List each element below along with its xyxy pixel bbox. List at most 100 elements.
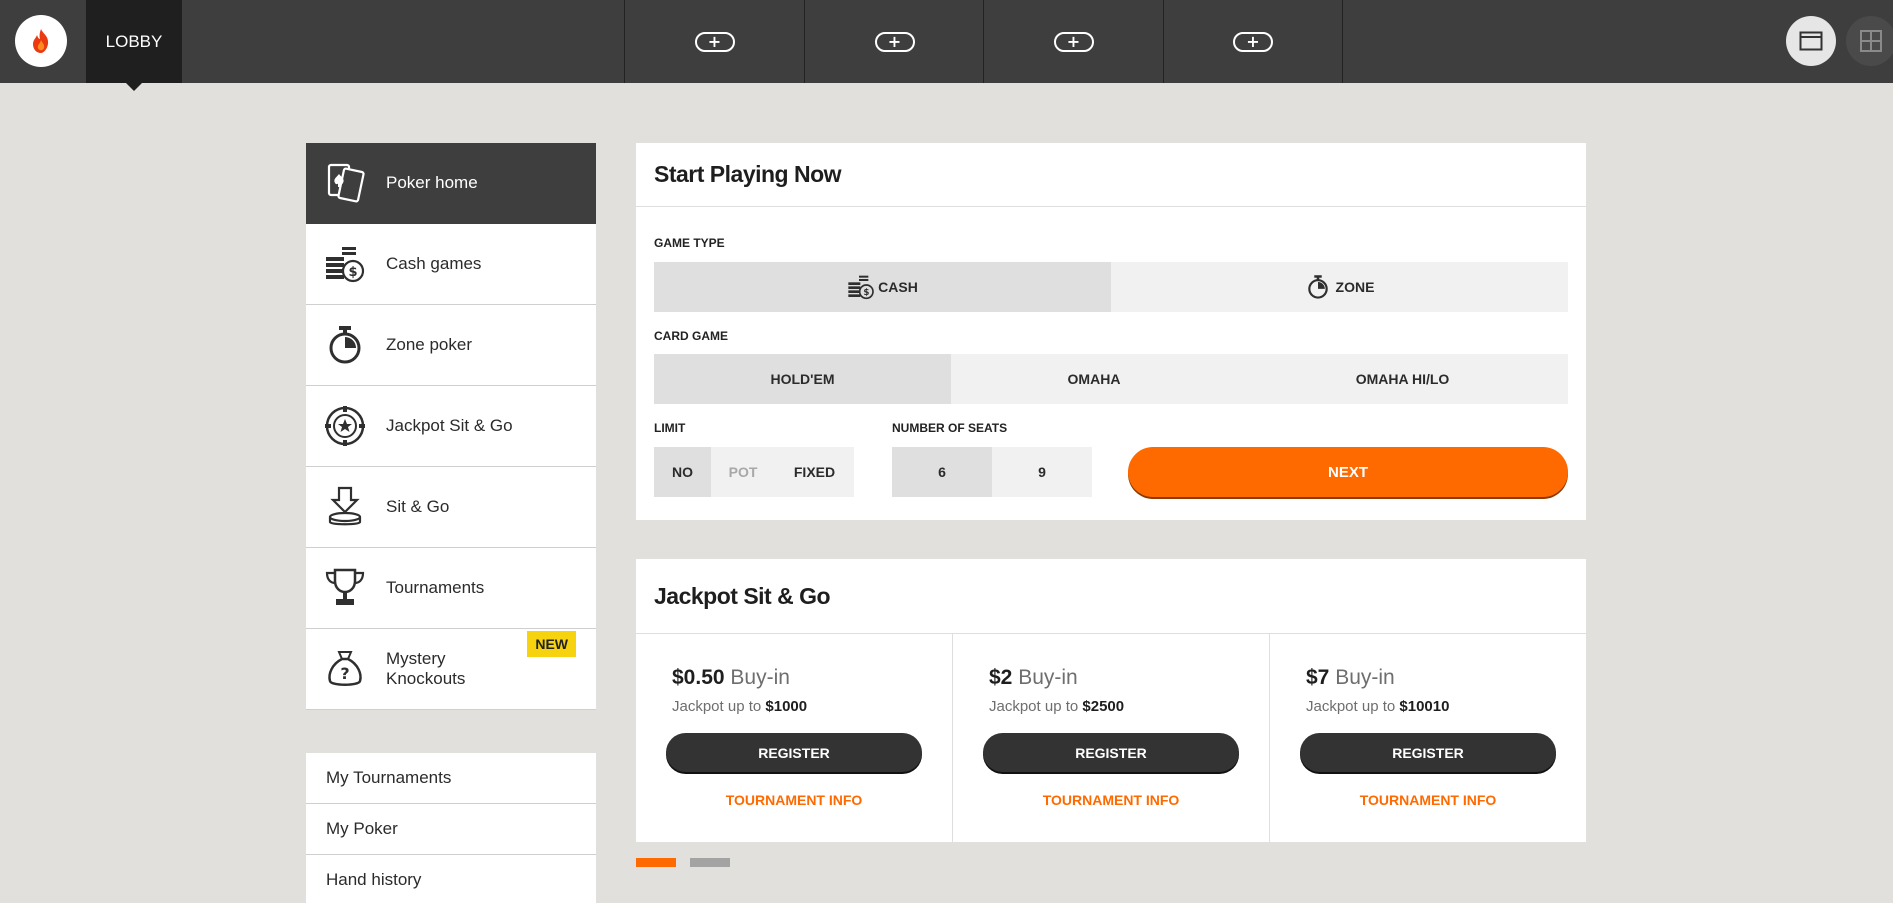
sidebar-nav: Poker home $ Cash games Zone poker Jackp… xyxy=(306,143,596,710)
tournament-info-link[interactable]: TOURNAMENT INFO xyxy=(953,792,1269,808)
svg-text:$: $ xyxy=(863,288,869,298)
sidebar-secondary: My Tournaments My Poker Hand history xyxy=(306,753,596,903)
buyin-text: Buy-in xyxy=(730,666,790,689)
sidebar-item-label: Jackpot Sit & Go xyxy=(386,416,513,435)
limit-label: LIMIT xyxy=(654,421,686,435)
buyin-amount: $2 xyxy=(989,666,1013,689)
buyin-amount: $7 xyxy=(1306,666,1330,689)
open-table-slot-4[interactable]: + xyxy=(1163,0,1343,83)
svg-text:$: $ xyxy=(348,265,357,280)
new-badge: NEW xyxy=(527,631,576,657)
seats-selector: 6 9 xyxy=(892,447,1092,497)
grid-icon xyxy=(1860,30,1882,52)
jackpot-card: $7 Buy-in Jackpot up to $10010 REGISTER … xyxy=(1270,634,1586,842)
plus-icon: + xyxy=(874,31,915,52)
carousel-pagination xyxy=(636,858,730,867)
card-game-omaha-hilo[interactable]: OMAHA HI/LO xyxy=(1237,354,1568,404)
jackpot-amount: Jackpot up to $1000 xyxy=(672,698,807,715)
limit-pot[interactable]: POT xyxy=(711,447,775,497)
open-table-slot-2[interactable]: + xyxy=(804,0,984,83)
buyin-price: $0.50 Buy-in xyxy=(672,666,790,690)
sidebar-item-mystery-knockouts[interactable]: ? Mystery Knockouts NEW xyxy=(306,629,596,710)
jackpot-prefix: Jackpot up to xyxy=(1306,698,1396,715)
tab-lobby-label: LOBBY xyxy=(105,31,163,51)
stopwatch-icon xyxy=(1307,275,1328,299)
mystery-bag-icon: ? xyxy=(324,648,366,690)
sidebar-item-label: Cash games xyxy=(386,254,482,273)
card-game-holdem[interactable]: HOLD'EM xyxy=(654,354,951,404)
sidebar-item-cash-games[interactable]: $ Cash games xyxy=(306,224,596,305)
register-button[interactable]: REGISTER xyxy=(983,733,1239,772)
sidebar-link-my-tournaments[interactable]: My Tournaments xyxy=(306,753,596,804)
chip-star-icon xyxy=(324,405,366,447)
sidebar-item-label: Tournaments xyxy=(386,578,485,597)
jackpot-panel: Jackpot Sit & Go $0.50 Buy-in Jackpot up… xyxy=(636,559,1586,842)
window-icon xyxy=(1799,31,1823,51)
sidebar-item-label: Sit & Go xyxy=(386,497,450,516)
seats-label: NUMBER OF SEATS xyxy=(892,421,1008,435)
jackpot-cards: $0.50 Buy-in Jackpot up to $1000 REGISTE… xyxy=(636,634,1586,842)
jackpot-value: $10010 xyxy=(1399,698,1450,715)
tile-view-button[interactable] xyxy=(1846,16,1893,66)
carousel-dot-2[interactable] xyxy=(690,858,730,867)
jackpot-card: $0.50 Buy-in Jackpot up to $1000 REGISTE… xyxy=(636,634,953,842)
coins-icon: $ xyxy=(848,275,874,300)
game-type-label: GAME TYPE xyxy=(654,236,725,250)
sidebar-item-zone-poker[interactable]: Zone poker xyxy=(306,305,596,386)
sidebar-item-sit-go[interactable]: Sit & Go xyxy=(306,467,596,548)
single-view-button[interactable] xyxy=(1786,16,1836,66)
game-type-selector: $ CASH ZONE xyxy=(654,262,1568,312)
sidebar-item-jackpot-sit-go[interactable]: Jackpot Sit & Go xyxy=(306,386,596,467)
jackpot-prefix: Jackpot up to xyxy=(989,698,1079,715)
carousel-dot-1[interactable] xyxy=(636,858,676,867)
sidebar-item-label: Mystery Knockouts xyxy=(386,649,466,688)
next-button[interactable]: NEXT xyxy=(1128,447,1568,497)
start-playing-panel: Start Playing Now GAME TYPE $ CASH ZONE … xyxy=(636,143,1586,520)
register-button[interactable]: REGISTER xyxy=(1300,733,1556,772)
seats-6[interactable]: 6 xyxy=(892,447,992,497)
top-bar: LOBBY + + + + xyxy=(0,0,1893,91)
limit-fixed[interactable]: FIXED xyxy=(775,447,854,497)
sidebar-item-label: Zone poker xyxy=(386,335,472,354)
jackpot-value: $2500 xyxy=(1082,698,1125,715)
register-button[interactable]: REGISTER xyxy=(666,733,922,772)
tab-pointer xyxy=(126,83,142,91)
buyin-price: $2 Buy-in xyxy=(989,666,1078,690)
jackpot-amount: Jackpot up to $10010 xyxy=(1306,698,1449,715)
buyin-price: $7 Buy-in xyxy=(1306,666,1395,690)
plus-icon: + xyxy=(1053,31,1094,52)
jackpot-prefix: Jackpot up to xyxy=(672,698,762,715)
tournament-info-link[interactable]: TOURNAMENT INFO xyxy=(636,792,952,808)
jackpot-value: $1000 xyxy=(765,698,808,715)
tab-lobby[interactable]: LOBBY xyxy=(86,0,182,91)
game-type-cash[interactable]: $ CASH xyxy=(654,262,1111,312)
card-game-selector: HOLD'EM OMAHA OMAHA HI/LO xyxy=(654,354,1568,404)
jackpot-card: $2 Buy-in Jackpot up to $2500 REGISTER T… xyxy=(953,634,1270,842)
sidebar-item-poker-home[interactable]: Poker home xyxy=(306,143,596,224)
card-game-label: CARD GAME xyxy=(654,329,728,343)
jackpot-amount: Jackpot up to $2500 xyxy=(989,698,1124,715)
tournament-info-link[interactable]: TOURNAMENT INFO xyxy=(1270,792,1586,808)
cards-icon xyxy=(324,162,366,204)
coins-icon: $ xyxy=(324,243,366,285)
open-table-slot-3[interactable]: + xyxy=(983,0,1163,83)
limit-no[interactable]: NO xyxy=(654,447,711,497)
download-chips-icon xyxy=(324,486,366,528)
sidebar-link-hand-history[interactable]: Hand history xyxy=(306,855,596,903)
sidebar-item-tournaments[interactable]: Tournaments xyxy=(306,548,596,629)
sidebar-item-label: Poker home xyxy=(386,173,478,192)
brand-logo[interactable] xyxy=(15,15,67,67)
plus-icon: + xyxy=(694,31,735,52)
card-game-omaha[interactable]: OMAHA xyxy=(951,354,1237,404)
game-type-zone-label: ZONE xyxy=(1335,279,1375,295)
plus-icon: + xyxy=(1233,31,1273,52)
sidebar-link-my-poker[interactable]: My Poker xyxy=(306,804,596,855)
open-table-slot-1[interactable]: + xyxy=(624,0,804,83)
svg-text:?: ? xyxy=(340,664,349,683)
start-playing-title: Start Playing Now xyxy=(636,143,1586,207)
buyin-text: Buy-in xyxy=(1335,666,1395,689)
stopwatch-icon xyxy=(324,324,366,366)
seats-9[interactable]: 9 xyxy=(992,447,1092,497)
game-type-zone[interactable]: ZONE xyxy=(1111,262,1568,312)
buyin-text: Buy-in xyxy=(1018,666,1078,689)
